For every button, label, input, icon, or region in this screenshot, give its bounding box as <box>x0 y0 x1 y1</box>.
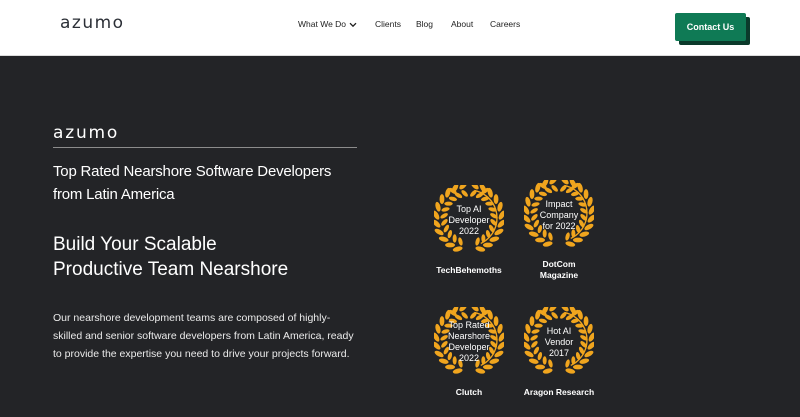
hero-divider <box>53 147 357 148</box>
award-badge-techbehemoths: Top AI Developer 2022 TechBehemoths <box>434 185 524 295</box>
award-title-line: 2022 <box>458 225 480 236</box>
award-title-line: Top Rated <box>448 320 490 330</box>
nav-item-label: What We Do <box>298 19 347 29</box>
award-title: Impact Company for 2022 <box>524 180 594 250</box>
chevron-down-icon <box>349 20 357 30</box>
award-title: Top AI Developer 2022 <box>434 185 504 255</box>
award-source-line: TechBehemoths <box>436 265 502 275</box>
award-title-line: Hot AI <box>546 325 572 336</box>
award-badge-dotcom: Impact Company for 2022 DotCom Magazine <box>524 180 614 290</box>
header-logo[interactable]: azumo <box>60 13 125 33</box>
award-title-line: Company <box>539 209 579 220</box>
site-header: azumo What We Do Clients Blog About Care… <box>0 0 800 56</box>
hero-headline: Build Your Scalable Productive Team Near… <box>53 232 373 282</box>
nav-item-blog[interactable]: Blog <box>416 19 433 29</box>
award-badge-clutch: Top Rated Nearshore Developer 2022 Clutch <box>434 307 524 417</box>
hero-headline-line-1: Build Your Scalable <box>53 234 217 255</box>
nav-item-careers[interactable]: Careers <box>490 19 520 29</box>
award-source-line: DotCom <box>542 259 576 269</box>
award-title-line: Vendor <box>544 336 574 347</box>
nav-item-about[interactable]: About <box>451 19 473 29</box>
award-title-line: 2017 <box>548 347 570 358</box>
award-source: TechBehemoths <box>434 265 504 276</box>
hero-tagline: Top Rated Nearshore Software Developers … <box>53 163 332 203</box>
award-title-line: Developer <box>448 214 490 225</box>
nav-item-what-we-do[interactable]: What We Do <box>298 19 357 30</box>
award-title-line: for 2022 <box>542 220 576 231</box>
award-title-line: Nearshore <box>447 331 491 341</box>
award-source: Clutch <box>434 387 504 398</box>
contact-us-button[interactable]: Contact Us <box>675 13 746 41</box>
award-title-line: Impact <box>545 198 573 209</box>
award-title: Top Rated Nearshore Developer 2022 <box>434 307 504 377</box>
nav-item-clients[interactable]: Clients <box>375 19 401 29</box>
hero-section: azumo Top Rated Nearshore Software Devel… <box>0 56 800 400</box>
award-source-line: Aragon Research <box>523 387 595 397</box>
hero-body-text: Our nearshore development teams are comp… <box>53 312 354 360</box>
award-title-line: Top AI <box>456 203 482 214</box>
award-source-line: Clutch <box>455 387 483 397</box>
hero-logo: azumo <box>53 123 120 143</box>
award-title-line: 2022 <box>458 353 480 363</box>
contact-button-container: Contact Us <box>675 13 750 45</box>
award-badge-aragon: Hot AI Vendor 2017 Aragon Research <box>524 307 614 417</box>
award-source: DotCom Magazine <box>524 259 594 281</box>
award-title-line: Developer <box>448 342 490 352</box>
award-title: Hot AI Vendor 2017 <box>524 307 594 377</box>
award-source-line: Magazine <box>539 270 579 280</box>
hero-headline-line-2: Productive Team Nearshore <box>53 259 289 280</box>
award-source: Aragon Research <box>524 387 594 398</box>
